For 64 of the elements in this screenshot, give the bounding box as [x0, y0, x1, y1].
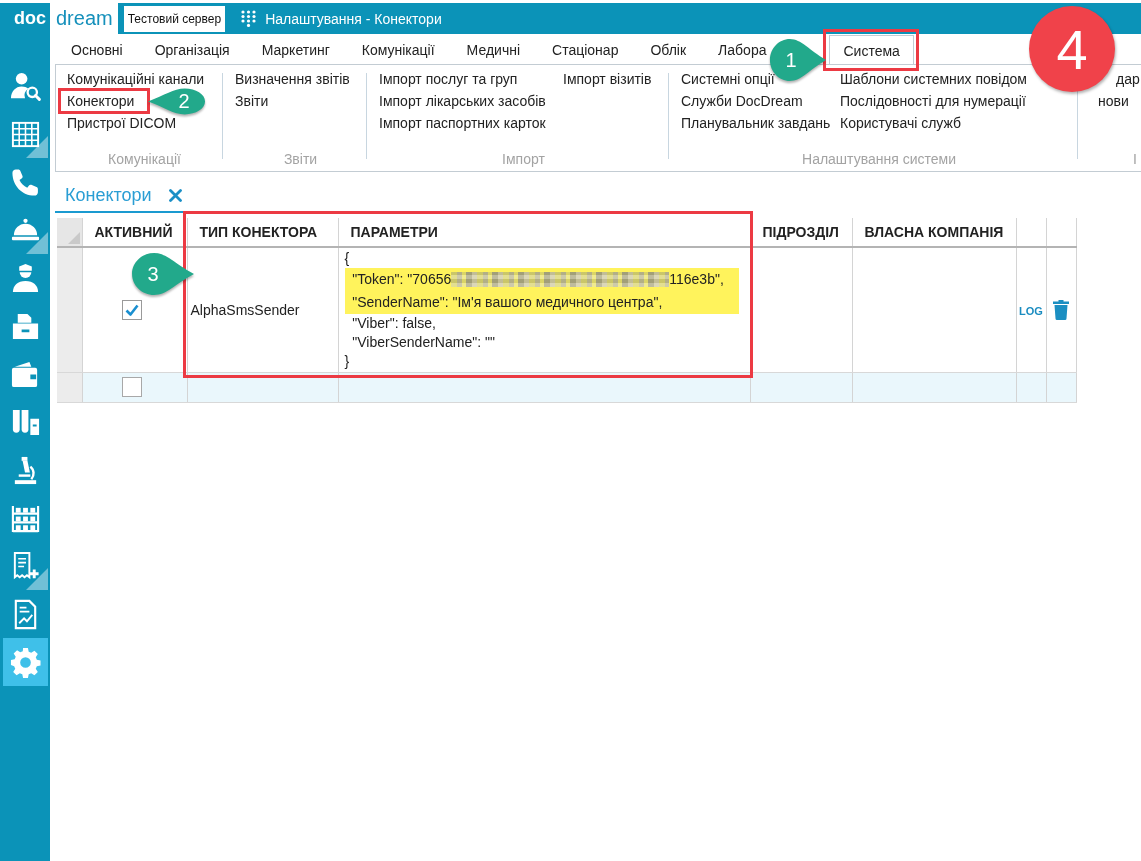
code-line: "Viber": false, — [351, 313, 437, 333]
ribbon-tab[interactable]: Стаціонар — [551, 35, 620, 64]
ribbon-item[interactable]: Визначення звітів — [235, 71, 350, 87]
ribbon-tab[interactable]: Комунікації — [360, 35, 436, 64]
ribbon-item[interactable]: Імпорт послуг та груп — [379, 71, 518, 87]
column-header: ВЛАСНА КОМПАНІЯ — [852, 218, 1016, 247]
ribbon-tab[interactable]: Система — [829, 35, 914, 65]
ribbon-tab[interactable]: Основні — [70, 35, 124, 64]
step-callout: 2 — [148, 88, 206, 115]
server-badge: Тестовий сервер — [123, 5, 226, 32]
logo-text: dream — [50, 3, 118, 34]
ribbon-item[interactable]: Шаблони системних повідом — [840, 71, 1027, 87]
code-line: { — [344, 248, 351, 268]
row-header-cell[interactable] — [57, 247, 82, 372]
select-all-cell[interactable] — [57, 218, 82, 247]
ribbon-item[interactable]: Системні опції — [681, 71, 775, 87]
ribbon-item[interactable]: Імпорт паспортних карток — [379, 115, 546, 131]
code-text: "Token": "70656 — [351, 270, 452, 287]
ribbon-item[interactable]: Користувачі служб — [840, 115, 962, 131]
ribbon-item[interactable]: дар — [1116, 71, 1140, 87]
ribbon-tab[interactable]: Облік — [649, 35, 688, 64]
step-callout: 3 — [131, 252, 194, 296]
column-header: АКТИВНИЙ — [82, 218, 187, 247]
person-with-cap-icon — [10, 262, 41, 294]
column-header: ПІДРОЗДІЛ — [750, 218, 852, 247]
checkbox[interactable] — [121, 377, 142, 397]
ribbon-item[interactable]: Комунікаційні канали — [67, 71, 205, 87]
settings-icon — [10, 646, 41, 678]
group-label: І — [1133, 150, 1138, 168]
group-label: Звіти — [283, 150, 318, 168]
sidebar-button[interactable] — [3, 638, 48, 686]
group-label: Імпорт — [502, 150, 545, 168]
column-header: ТИП КОНЕКТОРА — [187, 218, 338, 247]
ribbon-item[interactable]: Конектори — [67, 93, 135, 109]
row-header-cell[interactable] — [57, 372, 82, 402]
ribbon-item[interactable]: Планувальник завдань — [681, 115, 831, 131]
window-title: Налаштування - Конектори — [265, 10, 442, 27]
phone-icon — [10, 166, 41, 198]
code-text: 116e3b", — [669, 270, 724, 287]
step-badge: 4 — [1029, 6, 1115, 92]
user-search-icon — [10, 70, 41, 102]
ribbon-item[interactable]: Звіти — [235, 93, 269, 109]
group-label: Налаштування системи — [802, 150, 956, 168]
group-label: Комунікації — [108, 150, 181, 168]
ribbon-tab[interactable]: Маркетинг — [260, 35, 331, 64]
trash-icon[interactable] — [1053, 299, 1069, 320]
column-header: ПАРАМЕТРИ — [338, 218, 750, 247]
ribbon-item[interactable]: Послідовності для нумерації — [840, 93, 1026, 109]
checkbox[interactable] — [121, 299, 142, 320]
ribbon-tab[interactable]: Організація — [153, 35, 231, 64]
ribbon-item[interactable]: Служби DocDream — [681, 93, 803, 109]
dial-pad-icon[interactable] — [241, 10, 257, 27]
ribbon-item[interactable]: Імпорт лікарських засобів — [379, 93, 546, 109]
code-line: } — [344, 351, 351, 371]
close-icon[interactable] — [168, 189, 182, 202]
triangle-icon — [67, 232, 80, 244]
code-line: "ViberSenderName": "" — [351, 332, 496, 352]
log-link[interactable]: LOG — [1019, 304, 1043, 317]
logo-text: doc — [13, 8, 47, 29]
ribbon-item[interactable]: Імпорт візитів — [563, 71, 652, 87]
ribbon-tab[interactable]: Медичні — [465, 35, 522, 64]
ribbon-tab[interactable]: Лабора — [717, 35, 768, 64]
ribbon-item[interactable]: нови — [1098, 93, 1129, 109]
ribbon-item[interactable]: Пристрої DICOM — [67, 115, 177, 131]
